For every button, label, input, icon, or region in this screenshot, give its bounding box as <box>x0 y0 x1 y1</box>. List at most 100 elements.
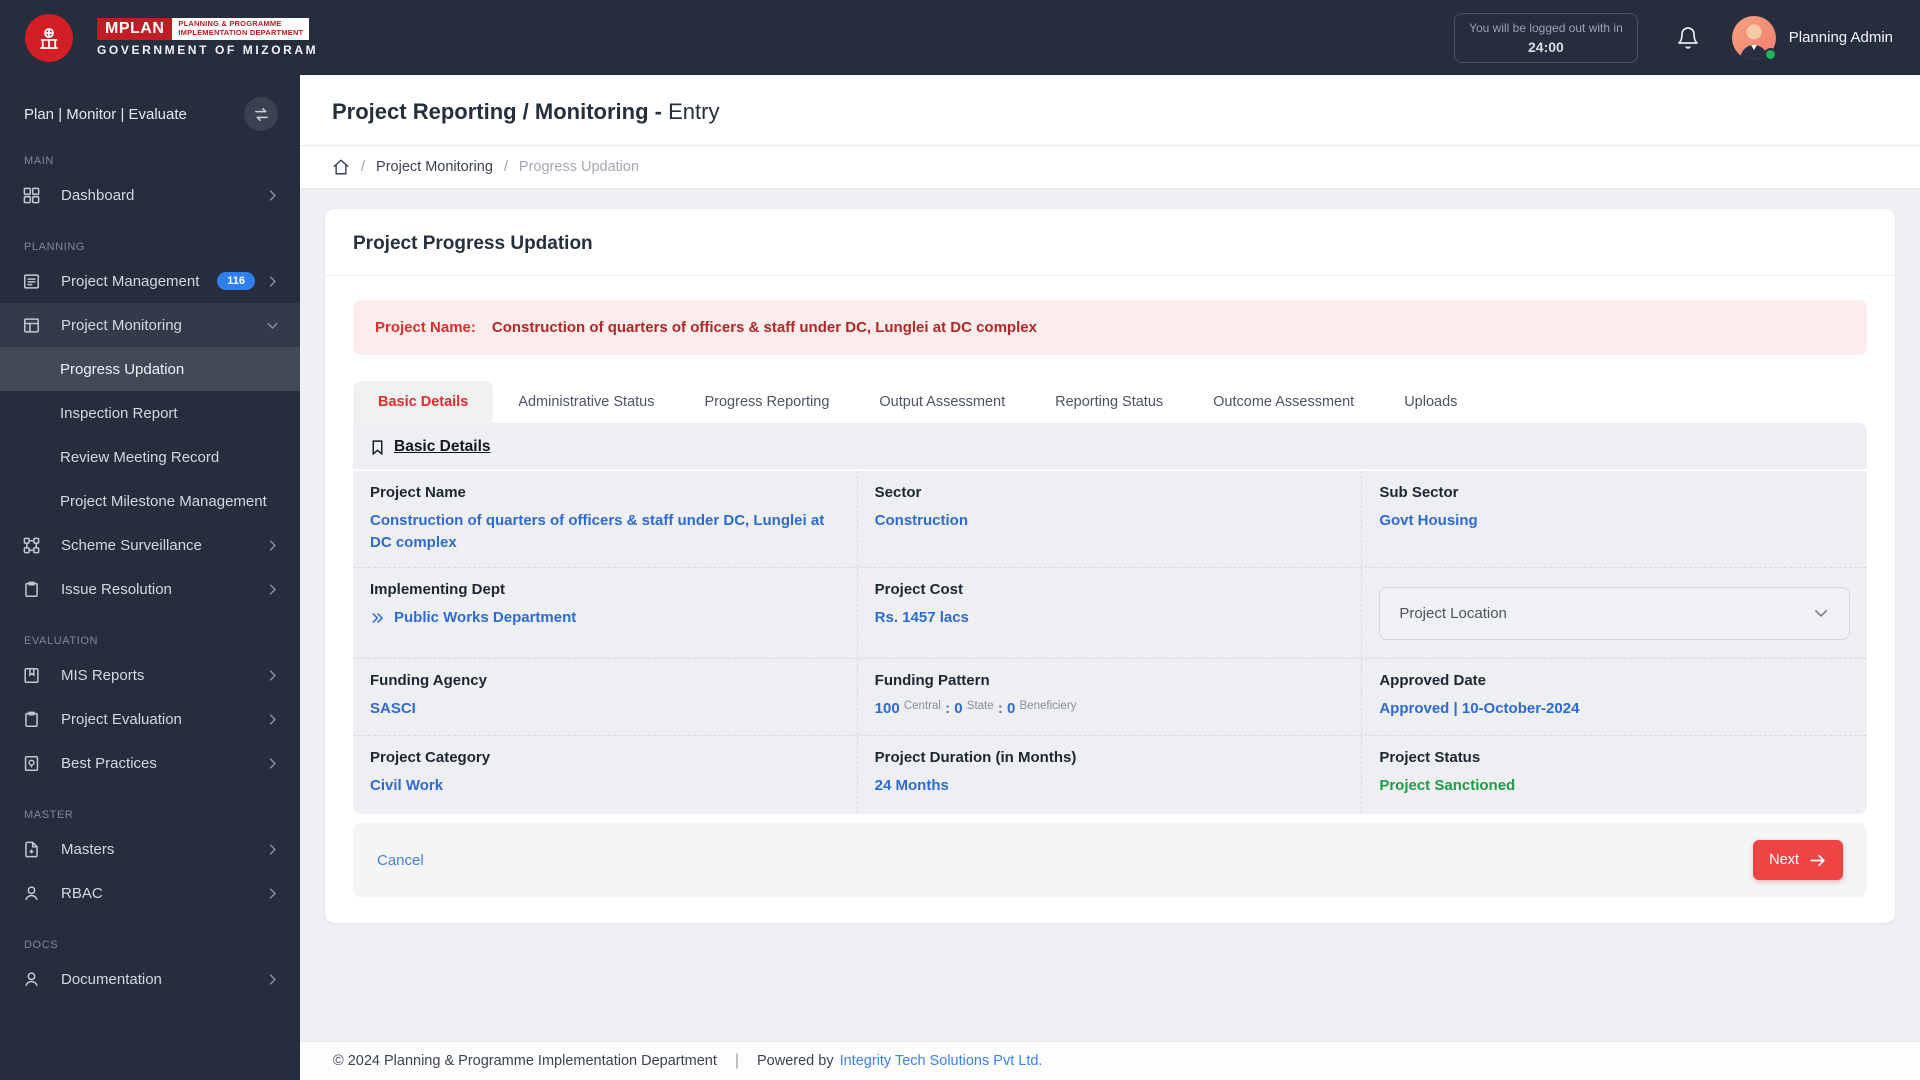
chevron-right-icon <box>265 842 280 857</box>
chevron-right-icon <box>265 886 280 901</box>
chevron-right-icon <box>265 188 280 203</box>
user-avatar[interactable] <box>1731 15 1777 61</box>
logo-department: PLANNING & PROGRAMME IMPLEMENTATION DEPA… <box>172 18 310 40</box>
sidebar-section-main: MAIN <box>24 155 54 167</box>
sidebar-subitem-inspection-report[interactable]: Inspection Report <box>0 391 300 435</box>
user-name[interactable]: Planning Admin <box>1789 29 1893 46</box>
tab-reporting-status[interactable]: Reporting Status <box>1030 381 1188 423</box>
network-nodes-icon <box>22 536 42 555</box>
sidebar-item-project-evaluation[interactable]: Project Evaluation <box>0 697 300 741</box>
sidebar-subitem-project-milestone-management[interactable]: Project Milestone Management <box>0 479 300 523</box>
project-status-value: Project Sanctioned <box>1379 777 1516 794</box>
page-title: Project Reporting / Monitoring - Entry <box>332 99 720 124</box>
timeout-countdown: 24:00 <box>1528 38 1564 55</box>
chevron-right-icon <box>265 538 280 553</box>
logo-government: GOVERNMENT OF MIZORAM <box>97 43 319 57</box>
page-header: Project Reporting / Monitoring - Entry <box>300 75 1920 145</box>
cancel-button[interactable]: Cancel <box>377 852 424 869</box>
form-actions: Cancel Next <box>353 823 1867 897</box>
tab-administrative-status[interactable]: Administrative Status <box>493 381 679 423</box>
online-status-dot <box>1763 47 1777 61</box>
project-management-count-badge: 116 <box>217 272 255 290</box>
field-project-duration: Project Duration (in Months) 24 Months <box>858 736 1363 814</box>
sidebar-item-project-management[interactable]: Project Management 116 <box>0 259 300 303</box>
topbar: MPLAN PLANNING & PROGRAMME IMPLEMENTATIO… <box>0 0 1920 75</box>
chevron-right-icon <box>265 274 280 289</box>
field-project-status: Project Status Project Sanctioned <box>1362 736 1867 814</box>
breadcrumb-progress-updation: Progress Updation <box>518 159 640 175</box>
field-approved-date: Approved Date Approved | 10-October-2024 <box>1379 672 1580 717</box>
sidebar-section-master: MASTER <box>24 809 74 821</box>
chevron-right-icon <box>265 668 280 683</box>
sidebar-subitem-progress-updation[interactable]: Progress Updation <box>0 347 300 391</box>
chevron-right-icon <box>265 582 280 597</box>
sidebar-item-rbac[interactable]: RBAC <box>0 871 300 915</box>
footer-vendor-link[interactable]: Integrity Tech Solutions Pvt Ltd. <box>840 1053 1043 1069</box>
footer-powered-by: Powered by <box>757 1053 834 1069</box>
sidebar-item-mis-reports[interactable]: MIS Reports <box>0 653 300 697</box>
sidebar: Plan | Monitor | Evaluate MAIN Dashboard… <box>0 75 300 1080</box>
next-button[interactable]: Next <box>1753 840 1843 880</box>
document-badge-icon <box>22 754 42 773</box>
tab-basic-details[interactable]: Basic Details <box>353 381 494 423</box>
sidebar-subitem-review-meeting-record[interactable]: Review Meeting Record <box>0 435 300 479</box>
page-footer: © 2024 Planning & Programme Implementati… <box>300 1041 1920 1080</box>
progress-updation-card: Project Progress Updation Project Name: … <box>325 209 1895 923</box>
sidebar-section-docs: DOCS <box>24 939 59 951</box>
sidebar-item-dashboard[interactable]: Dashboard <box>0 173 300 217</box>
basic-details-panel: Basic Details Project Name Construction … <box>353 423 1867 814</box>
breadcrumb: / Project Monitoring / Progress Updation <box>300 145 1920 189</box>
field-project-name: Project Name Construction of quarters of… <box>353 471 858 567</box>
sidebar-item-project-monitoring[interactable]: Project Monitoring <box>0 303 300 347</box>
tab-progress-reporting[interactable]: Progress Reporting <box>679 381 854 423</box>
chevron-right-icon <box>265 756 280 771</box>
tab-uploads[interactable]: Uploads <box>1379 381 1482 423</box>
sidebar-item-best-practices[interactable]: Best Practices <box>0 741 300 785</box>
tab-outcome-assessment[interactable]: Outcome Assessment <box>1188 381 1379 423</box>
tab-output-assessment[interactable]: Output Assessment <box>854 381 1030 423</box>
sidebar-item-scheme-surveillance[interactable]: Scheme Surveillance <box>0 523 300 567</box>
grid-icon <box>22 186 42 205</box>
chevron-right-icon <box>265 972 280 987</box>
card-title: Project Progress Updation <box>353 233 593 254</box>
page-title-mode: Entry <box>668 99 720 124</box>
notification-bell-icon[interactable] <box>1676 26 1700 50</box>
sidebar-toggle-button[interactable] <box>244 97 278 131</box>
brand-logo[interactable]: MPLAN PLANNING & PROGRAMME IMPLEMENTATIO… <box>25 13 318 62</box>
sidebar-item-documentation[interactable]: Documentation <box>0 957 300 1001</box>
field-project-cost: Project Cost Rs. 1457 lacs <box>858 568 1363 658</box>
project-location-select[interactable]: Project Location <box>1379 586 1850 640</box>
footer-copyright: © 2024 Planning & Programme Implementati… <box>333 1053 717 1069</box>
tab-bar: Basic Details Administrative Status Prog… <box>353 381 1867 423</box>
sidebar-item-issue-resolution[interactable]: Issue Resolution <box>0 567 300 611</box>
list-icon <box>22 272 42 291</box>
chevron-right-icon <box>265 712 280 727</box>
sidebar-tagline: Plan | Monitor | Evaluate <box>24 105 187 123</box>
alert-project-name: Construction of quarters of officers & s… <box>491 319 1037 336</box>
clipboard-icon <box>22 580 42 599</box>
logo-text-block: MPLAN PLANNING & PROGRAMME IMPLEMENTATIO… <box>97 18 318 57</box>
select-chevron-down-icon <box>1812 604 1830 622</box>
arrow-right-icon <box>1808 851 1827 870</box>
chevron-down-icon <box>265 318 280 333</box>
field-sub-sector: Sub Sector Govt Housing <box>1379 484 1478 529</box>
timeout-text: You will be logged out with in <box>1469 20 1623 35</box>
field-funding-agency: Funding Agency SASCI <box>353 659 858 735</box>
field-project-location: Project Location <box>1362 568 1867 658</box>
field-project-category: Project Category Civil Work <box>353 736 858 814</box>
file-plus-icon <box>22 840 42 859</box>
field-implementing-dept: Implementing Dept Public Works Departmen… <box>353 568 858 658</box>
book-icon <box>22 666 42 685</box>
home-icon[interactable] <box>332 158 350 176</box>
layout-icon <box>22 316 42 335</box>
breadcrumb-project-monitoring[interactable]: Project Monitoring <box>376 159 493 175</box>
user-icon <box>22 884 42 903</box>
alert-label: Project Name: <box>375 319 476 336</box>
govt-emblem-icon <box>25 13 73 62</box>
sidebar-section-planning: PLANNING <box>24 241 86 253</box>
field-funding-pattern: Funding Pattern 100 Central : 0 State : … <box>858 659 1363 735</box>
sidebar-item-masters[interactable]: Masters <box>0 827 300 871</box>
project-name-alert: Project Name: Construction of quarters o… <box>353 300 1867 355</box>
session-timeout-notice: You will be logged out with in 24:00 <box>1454 12 1638 63</box>
double-chevron-icon <box>370 610 386 626</box>
